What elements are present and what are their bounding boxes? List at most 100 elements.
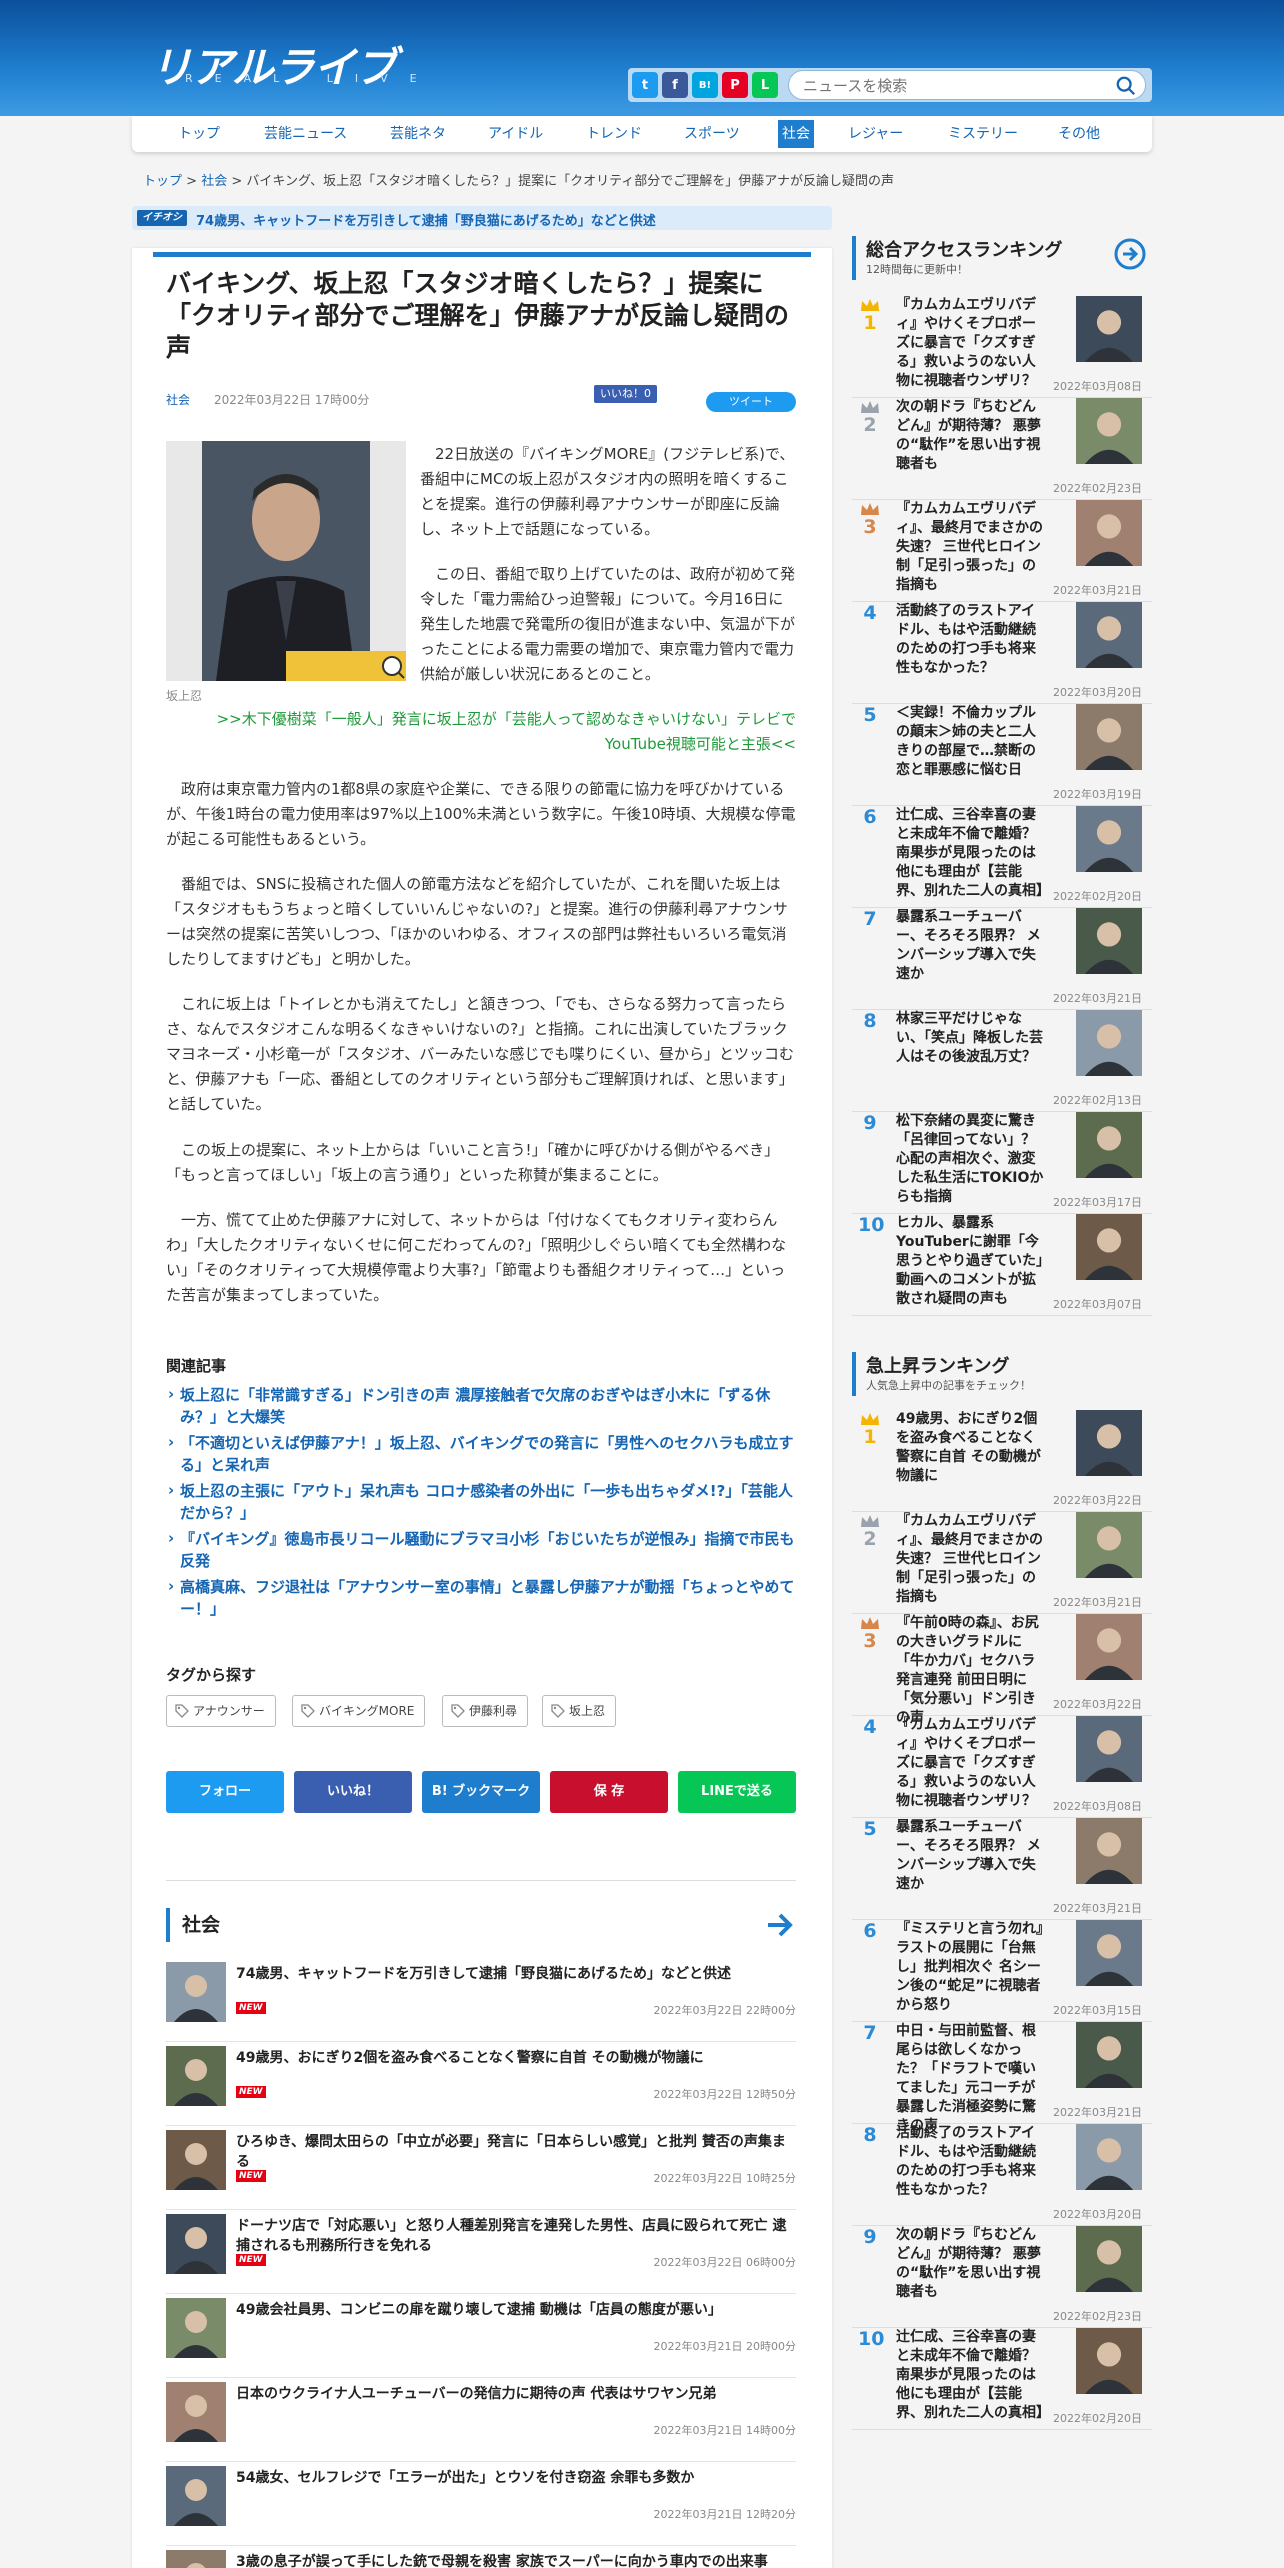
list-item-title[interactable]: 74歳男、キャットフードを万引きして逮捕「野良猫にあげるため」などと供述 (236, 1964, 796, 1984)
thumbnail-image[interactable] (1076, 398, 1142, 464)
ranking-item[interactable]: 9 松下奈緒の異変に驚き「呂律回ってない」？ 心配の声相次ぐ、激変した私生活にTO… (852, 1112, 1152, 1214)
ranking-item[interactable]: 9 次の朝ドラ『ちむどんどん』が期待薄？ 悪夢の“駄作”を思い出す視聴者も 2022… (852, 2226, 1152, 2328)
ranking-item[interactable]: 6 辻仁成、三谷幸喜の妻と未成年不倫で離婚？ 南果歩が見限ったのは他にも理由が【芸… (852, 806, 1152, 908)
nav-sports[interactable]: スポーツ (684, 116, 740, 152)
ranking-title[interactable]: 中日・与田前監督、根尾らは欲しくなかった？「ドラフトで嘆いてました」元コーチが暴… (896, 2022, 1048, 2136)
thumbnail-image[interactable] (166, 2214, 226, 2274)
thumbnail-image[interactable] (1076, 908, 1142, 974)
ranking-item[interactable]: 4 活動終了のラストアイドル、もはや活動継続のための打つ手も将来性もなかった？ 20… (852, 602, 1152, 704)
thumbnail-image[interactable] (166, 2046, 226, 2106)
thumbnail-image[interactable] (166, 1962, 226, 2022)
nav-mystery[interactable]: ミステリー (948, 116, 1018, 152)
arrow-right-icon[interactable] (764, 1910, 796, 1940)
line-send-button[interactable]: LINEで送る (678, 1771, 796, 1813)
thumbnail-image[interactable] (1076, 1214, 1142, 1280)
list-item[interactable]: 74歳男、キャットフードを万引きして逮捕「野良猫にあげるため」などと供述 NEW 2… (166, 1962, 796, 2042)
thumbnail-image[interactable] (1076, 1818, 1142, 1884)
nav-society[interactable]: 社会 (778, 120, 814, 148)
search-input[interactable] (803, 76, 1103, 96)
nav-top[interactable]: トップ (178, 116, 220, 152)
nav-trend[interactable]: トレンド (586, 116, 642, 152)
thumbnail-image[interactable] (1076, 704, 1142, 770)
list-item[interactable]: 54歳女、セルフレジで「エラーが出た」とウソを付き窃盗 余罪も多数か 2022年0… (166, 2466, 796, 2546)
tag-chip[interactable]: 坂上忍 (542, 1695, 617, 1727)
ranking-title[interactable]: 活動終了のラストアイドル、もはや活動継続のための打つ手も将来性もなかった？ (896, 2124, 1048, 2200)
ranking-item[interactable]: 5 暴露系ユーチューバー、そろそろ限界？ メンバーシップ導入で失速か 2022年03… (852, 1818, 1152, 1920)
ranking-title[interactable]: 次の朝ドラ『ちむどんどん』が期待薄？ 悪夢の“駄作”を思い出す視聴者も (896, 398, 1048, 474)
breadcrumb-category[interactable]: 社会 (201, 174, 227, 189)
list-item[interactable]: 日本のウクライナ人ユーチューバーの発信力に期待の声 代表はサワヤン兄弟 2022年… (166, 2382, 796, 2462)
pickup-link[interactable]: 74歳男、キャットフードを万引きして逮捕「野良猫にあげるため」などと供述 (196, 210, 656, 229)
thumbnail-image[interactable] (166, 2550, 226, 2568)
ranking-title[interactable]: 林家三平だけじゃない、「笑点」降板した芸人はその後波乱万丈？ (896, 1010, 1048, 1067)
list-item[interactable]: 3歳の息子が誤って手にした銃で母親を殺害 家族でスーパーに向かう車内での出来事 (166, 2550, 796, 2568)
ranking-item[interactable]: 6 『ミステリと言う勿れ』ラストの展開に「台無し」批判相次ぐ 名シーン後の“蛇足”… (852, 1920, 1152, 2022)
ranking-title[interactable]: 49歳男、おにぎり2個を盗み食べることなく警察に自首 その動機が物議に (896, 1410, 1048, 1486)
thumbnail-image[interactable] (1076, 602, 1142, 668)
ranking-title[interactable]: 『カムカムエヴリバディ』やけくそプロポーズに暴言で「クズすぎる」救いようのない人… (896, 296, 1048, 391)
facebook-like-button[interactable]: いいね！ (294, 1771, 412, 1813)
ranking-title[interactable]: 『カムカムエヴリバディ』、最終月でまさかの失速？ 三世代ヒロイン制「足引っ張った… (896, 1512, 1048, 1607)
thumbnail-image[interactable] (1076, 2226, 1142, 2292)
list-item-title[interactable]: 49歳会社員男、コンビニの扉を蹴り壊して逮捕 動機は「店員の態度が悪い」 (236, 2300, 796, 2320)
related-link[interactable]: 『バイキング』徳島市長リコール騒動にブラマヨ小杉「おじいたちが逆恨み」指摘で市民… (166, 1527, 796, 1572)
thumbnail-image[interactable] (1076, 1614, 1142, 1680)
ranking-title[interactable]: 『午前0時の森』、お尻の大きいグラドルに「牛か力バ」セクハラ発言連発 前田日明に… (896, 1614, 1048, 1728)
ranking-item[interactable]: 2 次の朝ドラ『ちむどんどん』が期待薄？ 悪夢の“駄作”を思い出す視聴者も 2022… (852, 398, 1152, 500)
thumbnail-image[interactable] (1076, 2328, 1142, 2394)
related-link[interactable]: 「不適切といえば伊藤アナ！」坂上忍、バイキングでの発言に「男性へのセクハラも成立… (166, 1431, 796, 1476)
list-item-title[interactable]: 3歳の息子が誤って手にした銃で母親を殺害 家族でスーパーに向かう車内での出来事 (236, 2552, 796, 2568)
related-link[interactable]: 高橋真麻、フジ退社は「アナウンサー室の事情」と暴露し伊藤アナが動揺「ちょっとやめ… (166, 1575, 796, 1620)
related-link[interactable]: 坂上忍に「非常識すぎる」ドン引きの声 濃厚接触者で欠席のおぎやはぎ小木に「ずる休… (166, 1383, 796, 1428)
thumbnail-image[interactable] (1076, 296, 1142, 362)
tag-chip[interactable]: 伊藤利尋 (442, 1695, 529, 1727)
ranking-item[interactable]: 8 活動終了のラストアイドル、もはや活動継続のための打つ手も将来性もなかった？ 20… (852, 2124, 1152, 2226)
ranking-title[interactable]: 松下奈緒の異変に驚き「呂律回ってない」？ 心配の声相次ぐ、激変した私生活にTOK… (896, 1112, 1048, 1207)
nav-idol[interactable]: アイドル (488, 116, 543, 152)
ranking-title[interactable]: 『カムカムエヴリバディ』、最終月でまさかの失速？ 三世代ヒロイン制「足引っ張った… (896, 500, 1048, 595)
thumbnail-image[interactable] (1076, 1920, 1142, 1986)
hatena-bookmark-button[interactable]: B! ブックマーク (422, 1771, 540, 1813)
list-item-title[interactable]: ドーナツ店で「対応悪い」と怒り人種差別発言を連発した男性、店員に殴られて死亡 逮… (236, 2216, 796, 2256)
ranking-item[interactable]: 1 49歳男、おにぎり2個を盗み食べることなく警察に自首 その動機が物議に 2022… (852, 1410, 1152, 1512)
pinterest-icon[interactable]: P (722, 72, 748, 98)
breadcrumb-top[interactable]: トップ (143, 174, 182, 189)
facebook-icon[interactable]: f (662, 72, 688, 98)
thumbnail-image[interactable] (1076, 1410, 1142, 1476)
nav-geinou-neta[interactable]: 芸能ネタ (390, 116, 446, 152)
tweet-button[interactable]: ツイート (706, 392, 796, 412)
ranking-item[interactable]: 2 『カムカムエヴリバディ』、最終月でまさかの失速？ 三世代ヒロイン制「足引っ張っ… (852, 1512, 1152, 1614)
line-icon[interactable]: L (752, 72, 778, 98)
list-item-title[interactable]: 日本のウクライナ人ユーチューバーの発信力に期待の声 代表はサワヤン兄弟 (236, 2384, 796, 2404)
ranking-title[interactable]: 暴露系ユーチューバー、そろそろ限界？ メンバーシップ導入で失速か (896, 908, 1048, 984)
ranking-item[interactable]: 5 ＜実録！不倫カップルの顛末＞姉の夫と二人きりの部屋で…禁断の恋と罪悪感に悩む日… (852, 704, 1152, 806)
ranking-item[interactable]: 7 中日・与田前監督、根尾らは欲しくなかった？「ドラフトで嘆いてました」元コーチが… (852, 2022, 1152, 2134)
list-item-title[interactable]: 49歳男、おにぎり2個を盗み食べることなく警察に自首 その動機が物議に (236, 2048, 796, 2068)
tag-chip[interactable]: バイキングMORE (292, 1695, 426, 1727)
thumbnail-image[interactable] (166, 2130, 226, 2190)
related-link[interactable]: 坂上忍の主張に「アウト」呆れ声も コロナ感染者の外出に「一歩も出ちゃダメ!?」「… (166, 1479, 796, 1524)
thumbnail-image[interactable] (1076, 2124, 1142, 2190)
thumbnail-image[interactable] (1076, 1010, 1142, 1076)
ranking-title[interactable]: 『ミステリと言う勿れ』ラストの展開に「台無し」批判相次ぐ 名シーン後の“蛇足”に… (896, 1920, 1048, 2015)
thumbnail-image[interactable] (166, 2382, 226, 2442)
ranking-title[interactable]: 辻仁成、三谷幸喜の妻と未成年不倫で離婚？ 南果歩が見限ったのは他にも理由が【芸能… (896, 2328, 1050, 2423)
thumbnail-image[interactable] (1076, 806, 1142, 872)
site-logo[interactable]: リアルライブ (150, 34, 397, 95)
thumbnail-image[interactable] (1076, 500, 1142, 566)
ranking-item[interactable]: 7 暴露系ユーチューバー、そろそろ限界？ メンバーシップ導入で失速か 2022年03… (852, 908, 1152, 1010)
ranking-title[interactable]: ヒカル、暴露系YouTuberに謝罪「今思うとやり過ぎていた」動画へのコメントが… (896, 1214, 1048, 1309)
list-item[interactable]: ひろゆき、爆問太田らの「中立が必要」発言に「日本らしい感覚」と批判 賛否の声集ま… (166, 2130, 796, 2210)
thumbnail-image[interactable] (1076, 1512, 1142, 1578)
article-category[interactable]: 社会 (166, 391, 190, 408)
list-item[interactable]: 49歳男、おにぎり2個を盗み食べることなく警察に自首 その動機が物議に NEW 20… (166, 2046, 796, 2126)
follow-button[interactable]: フォロー (166, 1771, 284, 1813)
thumbnail-image[interactable] (1076, 1112, 1142, 1178)
ranking-item[interactable]: 10 ヒカル、暴露系YouTuberに謝罪「今思うとやり過ぎていた」動画へのコメン… (852, 1214, 1152, 1316)
thumbnail-image[interactable] (166, 2298, 226, 2358)
thumbnail-image[interactable] (1076, 2022, 1142, 2088)
ranking-title[interactable]: 暴露系ユーチューバー、そろそろ限界？ メンバーシップ導入で失速か (896, 1818, 1048, 1894)
pickup-bar[interactable]: イチオシ 74歳男、キャットフードを万引きして逮捕「野良猫にあげるため」などと供… (132, 206, 832, 230)
search-icon[interactable] (1115, 75, 1137, 97)
thumbnail-image[interactable] (1076, 1716, 1142, 1782)
